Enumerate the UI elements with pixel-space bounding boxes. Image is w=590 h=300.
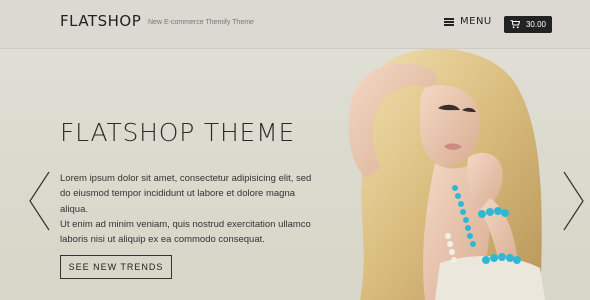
chevron-left-icon[interactable]: [27, 170, 51, 232]
menu-label: MENU: [460, 16, 492, 27]
hero-title: FLATSHOP THEME: [60, 118, 296, 147]
cart-total: 30.00: [525, 20, 547, 29]
hero-paragraph-2: Ut enim ad minim veniam, quis nostrud ex…: [60, 218, 311, 246]
hamburger-icon: [444, 17, 454, 26]
site-logo[interactable]: FLATSHOP: [60, 12, 141, 30]
shopping-cart-icon: [509, 20, 520, 29]
hero-description: Lorem ipsum dolor sit amet, consectetur …: [60, 171, 320, 247]
hero-paragraph-1: Lorem ipsum dolor sit amet, consectetur …: [60, 173, 312, 215]
site-header: FLATSHOP New E-commerce Themify Theme ME…: [0, 0, 590, 49]
cart-button[interactable]: 30.00: [504, 16, 552, 33]
see-new-trends-button[interactable]: SEE NEW TRENDS: [60, 255, 172, 279]
chevron-right-icon[interactable]: [562, 170, 586, 232]
site-tagline: New E-commerce Themify Theme: [148, 19, 254, 26]
menu-button[interactable]: MENU: [444, 16, 492, 27]
hero-model-image: [348, 48, 545, 300]
